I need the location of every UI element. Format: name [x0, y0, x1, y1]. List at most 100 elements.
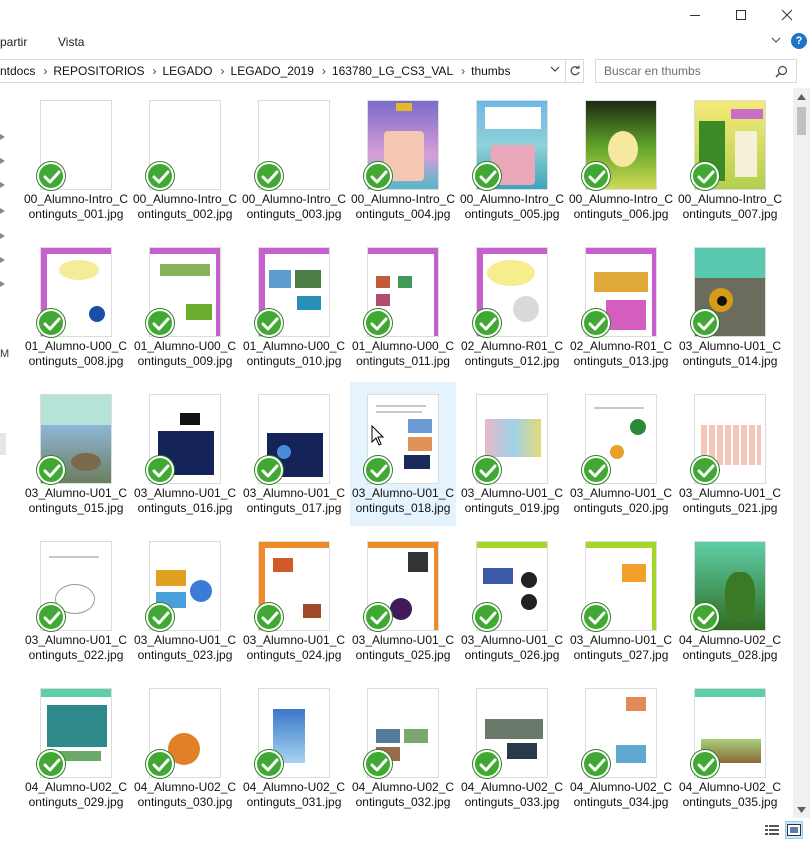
breadcrumb-item[interactable]: thumbs	[471, 64, 512, 78]
file-item[interactable]: 00_Alumno-Intro_Continguts_001.jpg	[23, 88, 129, 232]
tab-share[interactable]: partir	[0, 35, 27, 49]
thumbnail-artwork	[41, 689, 111, 697]
thumbnail-artwork	[277, 445, 291, 459]
breadcrumb-separator-icon[interactable]: ›	[37, 64, 53, 78]
close-icon	[781, 9, 793, 21]
sync-check-icon	[691, 309, 719, 337]
search-box[interactable]: Buscar en thumbs	[595, 59, 797, 83]
expand-arrow-icon[interactable]	[0, 182, 5, 188]
nav-item-partial-label[interactable]: M	[0, 348, 9, 360]
file-name-label: 03_Alumno-U01_Continguts_021.jpg	[678, 486, 782, 515]
close-button[interactable]	[764, 0, 810, 30]
sync-check-icon	[255, 603, 283, 631]
address-dropdown-button[interactable]	[548, 62, 562, 81]
breadcrumb-separator-icon[interactable]: ›	[316, 64, 332, 78]
sync-check-icon	[255, 456, 283, 484]
breadcrumb-item[interactable]: 163780_LG_CS3_VAL	[332, 64, 455, 78]
file-item[interactable]: 01_Alumno-U00_Continguts_011.jpg	[350, 235, 456, 379]
breadcrumb-item[interactable]: ntdocs	[0, 64, 37, 78]
expand-arrow-icon[interactable]	[0, 158, 5, 164]
file-item[interactable]: 00_Alumno-Intro_Continguts_006.jpg	[568, 88, 674, 232]
thumbnail-artwork	[59, 260, 99, 280]
tab-view[interactable]: Vista	[58, 35, 84, 49]
thumbnail-artwork	[586, 248, 656, 254]
sync-check-icon	[37, 309, 65, 337]
thumbnail-artwork	[606, 300, 646, 330]
sync-check-icon	[255, 309, 283, 337]
expand-ribbon-button[interactable]	[770, 34, 782, 49]
file-grid[interactable]: 00_Alumno-Intro_Continguts_001.jpg 00_Alu…	[23, 88, 793, 818]
breadcrumb-item[interactable]: LEGADO	[163, 64, 215, 78]
file-item[interactable]: 04_Alumno-U02_Continguts_030.jpg	[132, 676, 238, 818]
chevron-up-icon	[797, 93, 806, 100]
maximize-button[interactable]	[718, 0, 764, 30]
thumbnail-artwork	[150, 395, 220, 405]
breadcrumb-item[interactable]: REPOSITORIOS	[53, 64, 146, 78]
file-item[interactable]: 03_Alumno-U01_Continguts_017.jpg	[241, 382, 347, 526]
file-item[interactable]: 03_Alumno-U01_Continguts_016.jpg	[132, 382, 238, 526]
file-item[interactable]: 00_Alumno-Intro_Continguts_005.jpg	[459, 88, 565, 232]
file-item[interactable]: 04_Alumno-U02_Continguts_033.jpg	[459, 676, 565, 818]
file-item[interactable]: 03_Alumno-U01_Continguts_019.jpg	[459, 382, 565, 526]
navigation-pane[interactable]: M	[0, 88, 12, 818]
thumbnail-artwork	[216, 248, 220, 336]
file-item[interactable]: 04_Alumno-U02_Continguts_032.jpg	[350, 676, 456, 818]
thumbnail-artwork	[269, 270, 291, 288]
scrollbar-thumb[interactable]	[797, 107, 806, 135]
file-item[interactable]: 03_Alumno-U01_Continguts_014.jpg	[677, 235, 783, 379]
file-item[interactable]: 04_Alumno-U02_Continguts_031.jpg	[241, 676, 347, 818]
file-item[interactable]: 03_Alumno-U01_Continguts_027.jpg	[568, 529, 674, 673]
breadcrumb-separator-icon[interactable]: ›	[215, 64, 231, 78]
expand-arrow-icon[interactable]	[0, 208, 5, 214]
file-item[interactable]: 00_Alumno-Intro_Continguts_002.jpg	[132, 88, 238, 232]
vertical-scrollbar[interactable]	[793, 88, 810, 818]
file-item[interactable]: 04_Alumno-U02_Continguts_029.jpg	[23, 676, 129, 818]
scroll-up-button[interactable]	[793, 88, 810, 105]
breadcrumb-separator-icon[interactable]: ›	[455, 64, 471, 78]
file-name-label: 03_Alumno-U01_Continguts_019.jpg	[460, 486, 564, 515]
breadcrumb-separator-icon[interactable]: ›	[147, 64, 163, 78]
thumbnail-artwork	[695, 248, 765, 278]
thumbnail-artwork	[434, 542, 438, 630]
thumbnail-artwork	[521, 572, 537, 588]
file-item[interactable]: 01_Alumno-U00_Continguts_010.jpg	[241, 235, 347, 379]
file-item[interactable]: 01_Alumno-U00_Continguts_008.jpg	[23, 235, 129, 379]
scroll-down-button[interactable]	[793, 801, 810, 818]
file-item[interactable]: 02_Alumno-R01_Continguts_013.jpg	[568, 235, 674, 379]
thumbnail-artwork	[695, 689, 765, 697]
file-item[interactable]: 03_Alumno-U01_Continguts_021.jpg	[677, 382, 783, 526]
file-item[interactable]: 03_Alumno-U01_Continguts_022.jpg	[23, 529, 129, 673]
file-item[interactable]: 04_Alumno-U02_Continguts_028.jpg	[677, 529, 783, 673]
file-item[interactable]: 00_Alumno-Intro_Continguts_003.jpg	[241, 88, 347, 232]
file-item[interactable]: 02_Alumno-R01_Continguts_012.jpg	[459, 235, 565, 379]
details-view-button[interactable]	[763, 821, 781, 839]
thumbnail-artwork	[717, 296, 727, 306]
breadcrumb-item[interactable]: LEGADO_2019	[231, 64, 316, 78]
minimize-button[interactable]	[672, 0, 718, 30]
file-item[interactable]: 03_Alumno-U01_Continguts_023.jpg	[132, 529, 238, 673]
file-item[interactable]: 04_Alumno-U02_Continguts_035.jpg	[677, 676, 783, 818]
expand-arrow-icon[interactable]	[0, 257, 5, 263]
file-item[interactable]: 00_Alumno-Intro_Continguts_004.jpg	[350, 88, 456, 232]
expand-arrow-icon[interactable]	[0, 281, 5, 287]
expand-arrow-icon[interactable]	[0, 134, 5, 140]
sync-check-icon	[691, 456, 719, 484]
file-item[interactable]: 01_Alumno-U00_Continguts_009.jpg	[132, 235, 238, 379]
file-item[interactable]: 03_Alumno-U01_Continguts_026.jpg	[459, 529, 565, 673]
file-item[interactable]: 03_Alumno-U01_Continguts_015.jpg	[23, 382, 129, 526]
file-item[interactable]: 04_Alumno-U02_Continguts_034.jpg	[568, 676, 674, 818]
sync-check-icon	[146, 456, 174, 484]
thumbnail-artwork	[396, 103, 412, 111]
file-item[interactable]: 03_Alumno-U01_Continguts_025.jpg	[350, 529, 456, 673]
help-button[interactable]: ?	[791, 33, 807, 49]
thumbnail-artwork	[477, 248, 547, 254]
expand-arrow-icon[interactable]	[0, 233, 5, 239]
refresh-button[interactable]	[566, 59, 584, 83]
file-item[interactable]: 03_Alumno-U01_Continguts_018.jpg	[350, 382, 456, 526]
file-item[interactable]: 03_Alumno-U01_Continguts_024.jpg	[241, 529, 347, 673]
thumbnail-artwork	[485, 719, 543, 739]
file-item[interactable]: 03_Alumno-U01_Continguts_020.jpg	[568, 382, 674, 526]
large-icons-view-button[interactable]	[785, 821, 803, 839]
file-item[interactable]: 00_Alumno-Intro_Continguts_007.jpg	[677, 88, 783, 232]
address-bar[interactable]: ntdocs › REPOSITORIOS › LEGADO › LEGADO_2019 › 1…	[0, 59, 566, 83]
